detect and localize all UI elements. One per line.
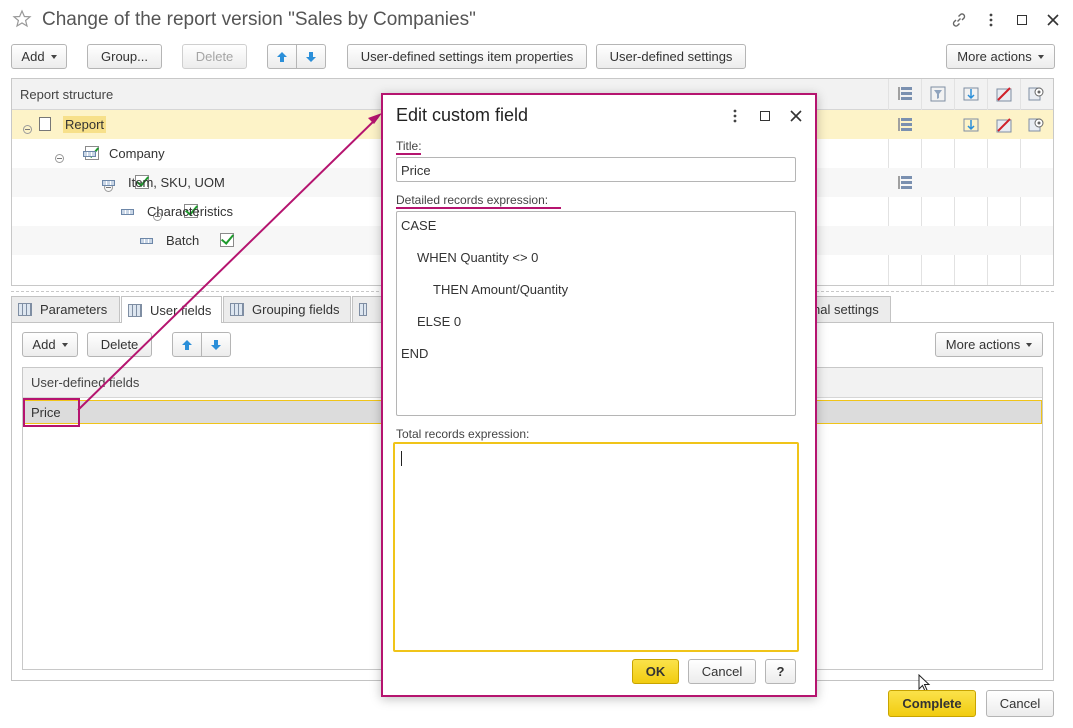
title-field-value: Price (401, 163, 431, 178)
complete-button[interactable]: Complete (888, 690, 976, 717)
text-cursor (401, 451, 402, 466)
cancel-button[interactable]: Cancel (688, 659, 756, 684)
dialog-maximize-icon[interactable] (760, 111, 770, 121)
code-line: THEN Amount/Quantity (433, 282, 569, 297)
code-line: CASE (401, 218, 437, 233)
detailed-underline (396, 207, 561, 209)
detailed-expression-field[interactable]: CASE WHEN Quantity <> 0 THEN Amount/Quan… (396, 211, 796, 416)
code-line: END (401, 346, 429, 361)
ok-button[interactable]: OK (632, 659, 679, 684)
code-line: ELSE 0 (417, 314, 462, 329)
title-label: Title: (396, 139, 422, 153)
total-label: Total records expression: (396, 427, 530, 441)
code-line: WHEN Quantity <> 0 (417, 250, 539, 265)
title-underline (396, 153, 421, 155)
edit-custom-field-dialog: Edit custom field Title: Price Detailed … (381, 93, 817, 697)
total-expression-field[interactable] (393, 442, 799, 652)
dialog-title: Edit custom field (396, 105, 529, 125)
detailed-label: Detailed records expression: (396, 193, 549, 207)
dialog-more-icon[interactable] (732, 109, 738, 123)
title-field[interactable]: Price (396, 157, 796, 182)
footer-cancel-button[interactable]: Cancel (986, 690, 1054, 717)
dialog-close-icon[interactable] (789, 109, 803, 123)
help-button[interactable]: ? (765, 659, 796, 684)
